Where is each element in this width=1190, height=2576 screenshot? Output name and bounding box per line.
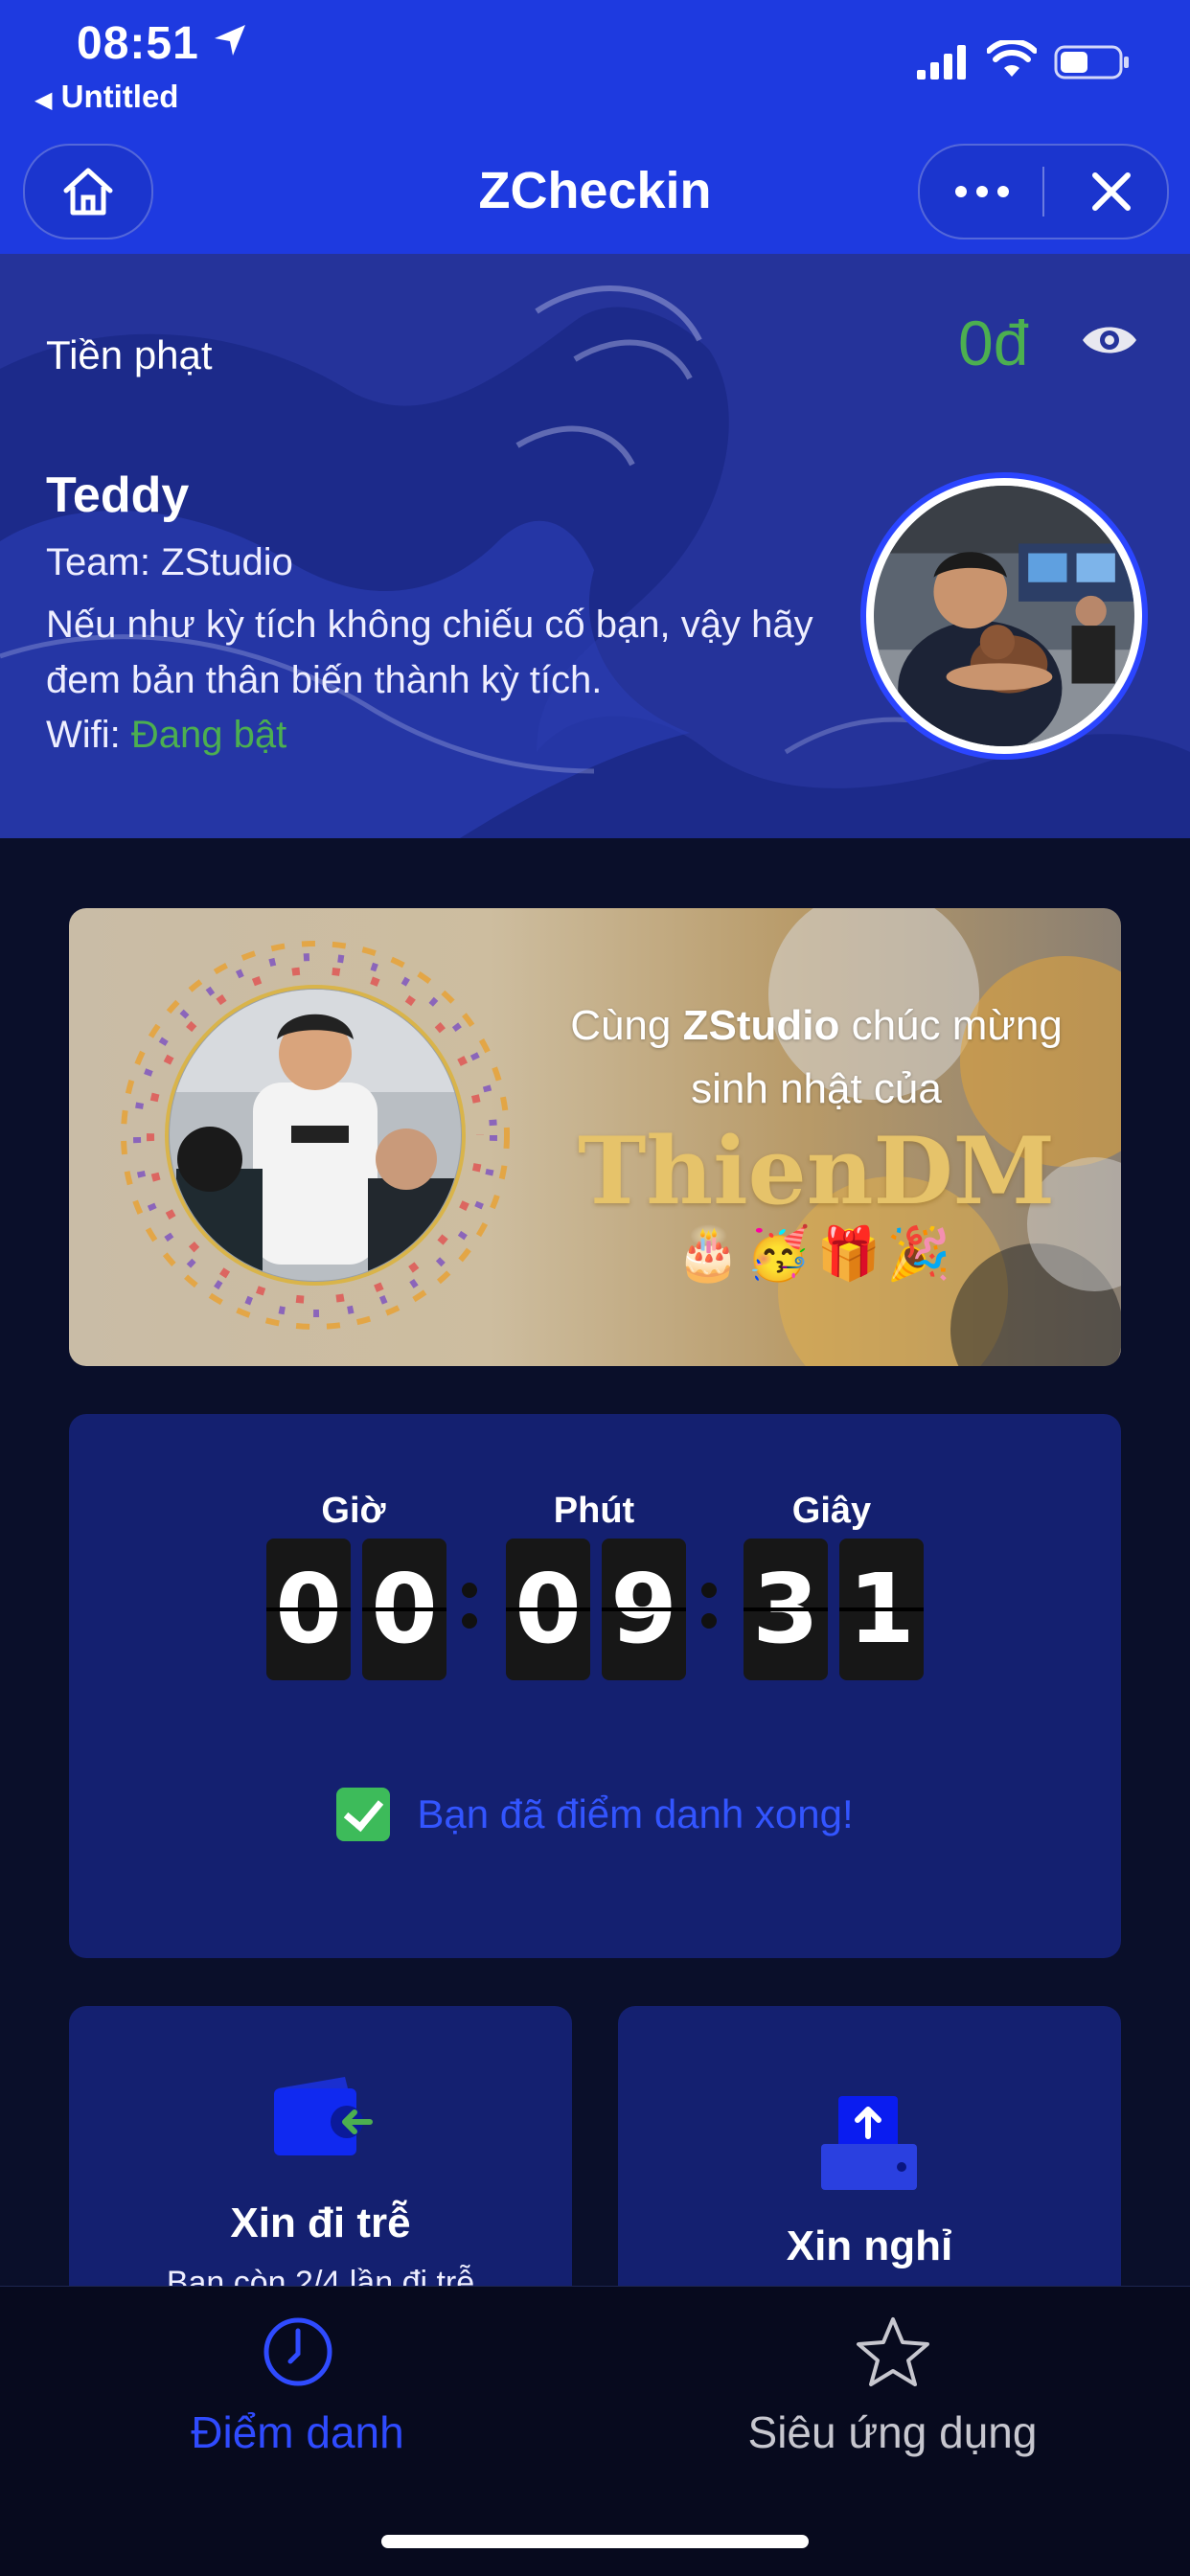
- hour-digit-2: 0: [362, 1539, 446, 1680]
- seconds-label: Giây: [791, 1491, 872, 1531]
- birthday-honoree: ThienDM: [577, 1117, 1056, 1225]
- nav-bar: ZCheckin: [0, 144, 1190, 254]
- request-leave-card[interactable]: Xin nghỉ: [618, 2006, 1121, 2313]
- birthday-emojis: 🎂🥳🎁🎉: [675, 1225, 957, 1283]
- capsule-divider: [1042, 167, 1044, 217]
- time-colon: [460, 1567, 479, 1653]
- wifi-icon: [987, 40, 1037, 77]
- back-to-app[interactable]: ◀ Untitled: [34, 79, 178, 115]
- hours-label: Giờ: [321, 1491, 386, 1531]
- eye-icon[interactable]: [1081, 319, 1138, 361]
- greeting-line2: sinh nhật của: [691, 1065, 942, 1112]
- time-colon: [699, 1567, 719, 1653]
- fine-value: 0đ: [958, 308, 1029, 378]
- battery-icon: [1054, 45, 1129, 80]
- second-digit-1: 3: [744, 1539, 828, 1680]
- profile-header: Tiền phạt 0đ Teddy Team: ZStudio Nếu như…: [0, 254, 1190, 838]
- status-bar: 08:51 ◀ Untitled: [0, 0, 1190, 144]
- user-name: Teddy: [46, 467, 190, 523]
- checkin-timer-card: Giờ Phút Giây 0 0 0 9 3 1 Bạn đã điểm da…: [69, 1414, 1121, 1958]
- location-arrow-icon: [215, 25, 245, 56]
- upload-box-icon: [821, 2096, 917, 2190]
- star-icon: [856, 2317, 929, 2386]
- home-indicator: [381, 2535, 809, 2548]
- tab-super-app[interactable]: Siêu ứng dụng: [595, 2315, 1190, 2458]
- more-dots-icon[interactable]: [949, 167, 1016, 217]
- tab-bar: Điểm danh Siêu ứng dụng: [0, 2286, 1190, 2576]
- close-icon[interactable]: [1083, 163, 1140, 220]
- tab-super-app-label: Siêu ứng dụng: [747, 2407, 1038, 2457]
- greeting-suffix: chúc mừng: [851, 1002, 1063, 1049]
- minute-digit-1: 0: [506, 1539, 590, 1680]
- request-late-card[interactable]: Xin đi trễ Bạn còn 2/4 lần đi trễ: [69, 2006, 572, 2313]
- checkin-done-message: Bạn đã điểm danh xong!: [417, 1791, 854, 1836]
- greeting-company: ZStudio: [682, 1002, 840, 1049]
- wallet-arrow-icon: [274, 2077, 373, 2155]
- checkin-done-row: Bạn đã điểm danh xong!: [69, 1788, 1121, 1841]
- birthday-banner[interactable]: Cùng ZStudio chúc mừng sinh nhật của Thi…: [69, 908, 1121, 1366]
- back-app-label: Untitled: [60, 79, 179, 114]
- fine-label: Tiền phạt: [46, 332, 213, 377]
- wifi-status-line: Wifi: Đang bật: [46, 714, 286, 757]
- tab-checkin[interactable]: Điểm danh: [0, 2315, 595, 2458]
- wifi-label: Wifi:: [46, 714, 121, 756]
- user-quote: Nếu như kỳ tích không chiếu cố bạn, vậy …: [46, 604, 813, 701]
- avatar-photo: [874, 486, 1134, 746]
- check-icon: [336, 1788, 391, 1841]
- greeting-prefix: Cùng: [570, 1002, 672, 1049]
- mini-app-capsule: [918, 144, 1169, 239]
- signal-icon: [917, 45, 966, 80]
- minute-digit-2: 9: [602, 1539, 686, 1680]
- avatar[interactable]: [860, 472, 1148, 760]
- second-digit-2: 1: [839, 1539, 924, 1680]
- request-late-title: Xin đi trễ: [230, 2200, 411, 2246]
- clock-icon: [263, 2317, 332, 2386]
- hour-digit-1: 0: [266, 1539, 351, 1680]
- banner-greeting: Cùng ZStudio chúc mừng sinh nhật của: [529, 994, 1104, 1121]
- back-triangle-icon: ◀: [34, 87, 53, 113]
- team-label: Team: ZStudio: [46, 541, 293, 583]
- status-time: 08:51: [77, 18, 199, 69]
- tab-checkin-label: Điểm danh: [191, 2407, 404, 2457]
- request-leave-title: Xin nghỉ: [786, 2223, 953, 2269]
- minutes-label: Phút: [553, 1491, 635, 1531]
- birthday-photo: [121, 941, 510, 1330]
- wifi-status: Đang bật: [130, 714, 287, 756]
